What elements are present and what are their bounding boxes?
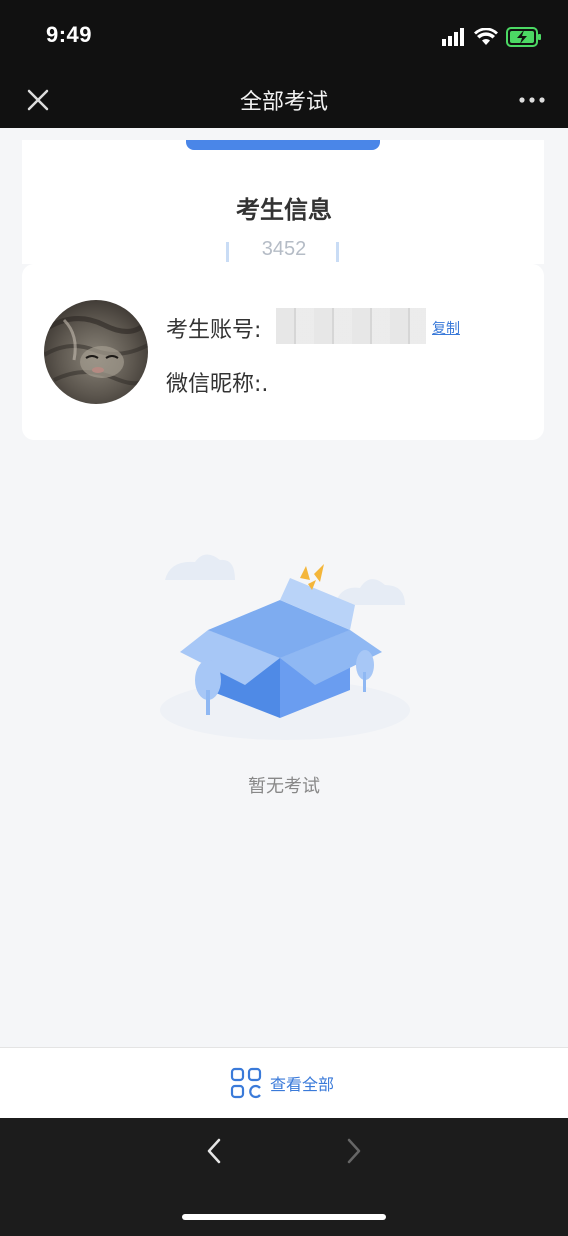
wechat-nickname-label: 微信昵称:. [166,372,269,397]
chevron-right-icon [347,1138,361,1164]
empty-state-illustration [150,540,420,740]
back-button[interactable] [200,1136,230,1166]
account-label: 考生账号: [166,318,262,343]
view-all-button[interactable]: 查看全部 [230,1067,334,1099]
wifi-icon [474,28,498,45]
bottom-bar: 查看全部 [0,1047,568,1118]
status-time: 9:49 [46,22,93,47]
accent-strip [186,140,380,150]
forward-button[interactable] [338,1136,368,1166]
card-number: 3452 [261,238,307,260]
browser-toolbar [0,1118,568,1236]
avatar [44,300,148,404]
battery-icon [506,27,541,47]
view-all-label: 查看全部 [270,1075,335,1094]
home-indicator [182,1214,386,1220]
account-value-redacted [276,308,426,344]
more-icon [519,97,545,103]
page-title: 全部考试 [239,90,328,115]
chevron-left-icon [207,1138,221,1164]
copy-button[interactable]: 复制 [432,318,460,338]
divider [336,242,339,262]
status-bar: 9:49 [0,0,568,72]
more-button[interactable] [516,86,548,114]
empty-state-text: 暂无考试 [248,776,320,797]
card-title: 考生信息 [236,196,332,224]
signal-icon [442,28,464,46]
nav-bar: 全部考试 [0,72,568,128]
status-icons [442,26,542,48]
grid-icon [230,1067,262,1099]
cat-avatar-image [44,300,148,404]
empty-box-icon [160,554,410,740]
